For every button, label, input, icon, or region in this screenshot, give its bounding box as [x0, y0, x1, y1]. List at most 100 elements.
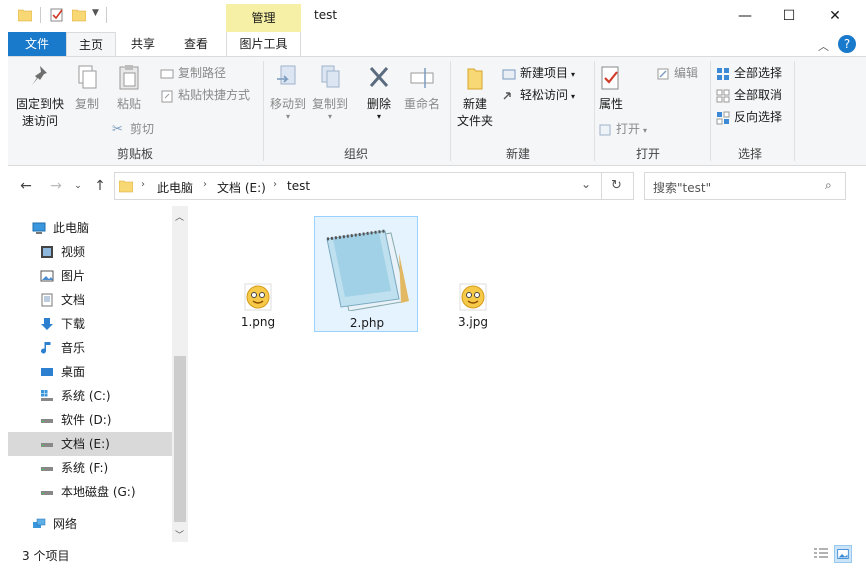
edit-button[interactable]: 编辑: [656, 63, 698, 83]
select-none-button[interactable]: 全部取消: [716, 85, 782, 105]
pin-icon: [32, 66, 47, 85]
address-bar[interactable]: › 此电脑 › 文档 (E:) › test ⌄ ↻: [114, 172, 634, 200]
nav-item-drive-g[interactable]: 本地磁盘 (G:): [8, 480, 172, 504]
nav-label: 系统 (F:): [61, 461, 109, 475]
nav-item-this-pc[interactable]: 此电脑: [8, 216, 172, 240]
cut-label: 剪切: [130, 122, 155, 136]
file-item[interactable]: 1.png: [206, 216, 310, 332]
select-all-button[interactable]: 全部选择: [716, 63, 782, 83]
select-all-icon: [717, 67, 729, 80]
nav-label: 桌面: [61, 365, 86, 379]
new-folder-icon[interactable]: [72, 8, 86, 22]
navigation-scrollbar-thumb[interactable]: [174, 356, 186, 522]
breadcrumb-drive-e[interactable]: 文档 (E:): [217, 179, 266, 196]
nav-item-documents[interactable]: 文档: [8, 288, 172, 312]
search-box[interactable]: 搜索"test" ⌕: [644, 172, 846, 200]
close-button[interactable]: ✕: [812, 0, 858, 32]
nav-item-videos[interactable]: 视频: [8, 240, 172, 264]
group-label-new: 新建: [505, 147, 530, 161]
drive-icon: [41, 467, 53, 471]
file-name: 3.jpg: [457, 315, 489, 329]
copy-path-label: 复制路径: [178, 66, 227, 80]
scroll-down-icon[interactable]: ﹀: [175, 528, 184, 541]
group-separator: [794, 61, 795, 161]
refresh-icon[interactable]: ↻: [611, 178, 622, 193]
ribbon: 固定到快 速访问 复制 粘贴 复制路径 粘贴快捷方式 ✂ 剪切 剪贴板 移动到 ▾…: [8, 56, 866, 166]
tab-file[interactable]: 文件: [8, 32, 66, 56]
copy-label: 复制: [74, 97, 99, 111]
breadcrumb-this-pc[interactable]: 此电脑: [157, 179, 193, 196]
recent-locations-icon[interactable]: ⌄: [68, 176, 88, 196]
maximize-button[interactable]: ☐: [766, 0, 812, 32]
copy-path-button[interactable]: 复制路径: [160, 63, 226, 83]
tab-home[interactable]: 主页: [66, 32, 116, 56]
paste-label: 粘贴: [116, 97, 141, 111]
minimize-button[interactable]: —: [722, 0, 768, 32]
customize-quick-access-icon[interactable]: ▼: [92, 8, 99, 18]
details-view-icon[interactable]: [812, 545, 830, 563]
breadcrumb-test[interactable]: test: [287, 179, 310, 193]
nav-item-desktop[interactable]: 桌面: [8, 360, 172, 384]
easy-access-icon: [503, 91, 511, 99]
scroll-up-icon[interactable]: ︿: [175, 210, 184, 223]
nav-item-downloads[interactable]: 下载: [8, 312, 172, 336]
forward-button[interactable]: →: [46, 176, 66, 196]
pin-quick-access-button[interactable]: 固定到快 速访问: [12, 63, 68, 130]
new-folder-label-1: 新建: [462, 97, 487, 111]
tab-share[interactable]: 共享: [120, 32, 166, 56]
new-folder-button[interactable]: 新建 文件夹: [454, 63, 496, 130]
search-input[interactable]: 搜索"test": [653, 179, 711, 196]
group-label-open: 打开: [635, 147, 660, 161]
monitor-icon: [32, 222, 46, 234]
properties-check-icon[interactable]: [50, 8, 64, 22]
open-button[interactable]: 打开 ▾: [598, 119, 647, 139]
ribbon-collapse-icon[interactable]: ︿: [818, 38, 829, 54]
nav-item-pictures[interactable]: 图片: [8, 264, 172, 288]
scissors-icon: ✂: [112, 121, 123, 137]
delete-button[interactable]: 删除 ▾: [362, 63, 396, 121]
tab-picture-tools[interactable]: 图片工具: [226, 32, 301, 56]
paste-shortcut-icon: [161, 90, 173, 102]
copy-to-button[interactable]: 复制到 ▾: [310, 63, 350, 121]
delete-x-icon: [369, 67, 389, 87]
music-icon: [41, 342, 51, 354]
nav-item-drive-e[interactable]: 文档 (E:): [8, 432, 172, 456]
breadcrumb-chevron-icon: ›: [273, 179, 277, 190]
nav-item-drive-f[interactable]: 系统 (F:): [8, 456, 172, 480]
paste-shortcut-button[interactable]: 粘贴快捷方式: [160, 85, 250, 105]
invert-selection-button[interactable]: 反向选择: [716, 107, 782, 127]
new-folder-label-2: 文件夹: [456, 114, 493, 128]
file-item[interactable]: 3.jpg: [421, 216, 525, 332]
nav-item-drive-c[interactable]: 系统 (C:): [8, 384, 172, 408]
copy-button[interactable]: 复制: [68, 63, 106, 113]
properties-button[interactable]: 属性: [594, 63, 628, 113]
easy-access-label: 轻松访问: [520, 88, 569, 102]
new-item-icon: [502, 69, 516, 79]
file-item-selected[interactable]: 2.php: [314, 216, 418, 332]
large-icons-view-icon[interactable]: [834, 545, 852, 563]
nav-item-network[interactable]: 网络: [8, 512, 172, 536]
help-button[interactable]: ?: [838, 35, 856, 53]
open-icon: [599, 124, 611, 135]
back-button[interactable]: ←: [16, 176, 36, 196]
system-drive-icon: [41, 390, 53, 401]
nav-item-drive-d[interactable]: 软件 (D:): [8, 408, 172, 432]
group-label-organize: 组织: [343, 147, 368, 161]
status-item-count: 3 个项目: [22, 549, 70, 563]
folder-icon[interactable]: [18, 8, 32, 22]
easy-access-dropdown-icon: ▾: [571, 92, 576, 101]
move-to-button[interactable]: 移动到 ▾: [268, 63, 308, 121]
easy-access-button[interactable]: 轻松访问 ▾: [502, 85, 575, 105]
address-history-dropdown-icon[interactable]: ⌄: [581, 177, 591, 191]
up-button[interactable]: ↑: [90, 176, 110, 196]
file-name: 1.png: [240, 315, 276, 329]
search-icon[interactable]: ⌕: [825, 178, 832, 193]
tab-view[interactable]: 查看: [172, 32, 220, 56]
rename-button[interactable]: 重命名: [400, 63, 444, 113]
nav-item-music[interactable]: 音乐: [8, 336, 172, 360]
nav-label: 网络: [53, 517, 78, 531]
new-item-button[interactable]: 新建项目 ▾: [502, 63, 575, 83]
cut-button[interactable]: ✂ 剪切: [112, 119, 154, 139]
paste-button[interactable]: 粘贴: [108, 63, 150, 113]
tab-manage-context: 管理: [226, 4, 301, 32]
